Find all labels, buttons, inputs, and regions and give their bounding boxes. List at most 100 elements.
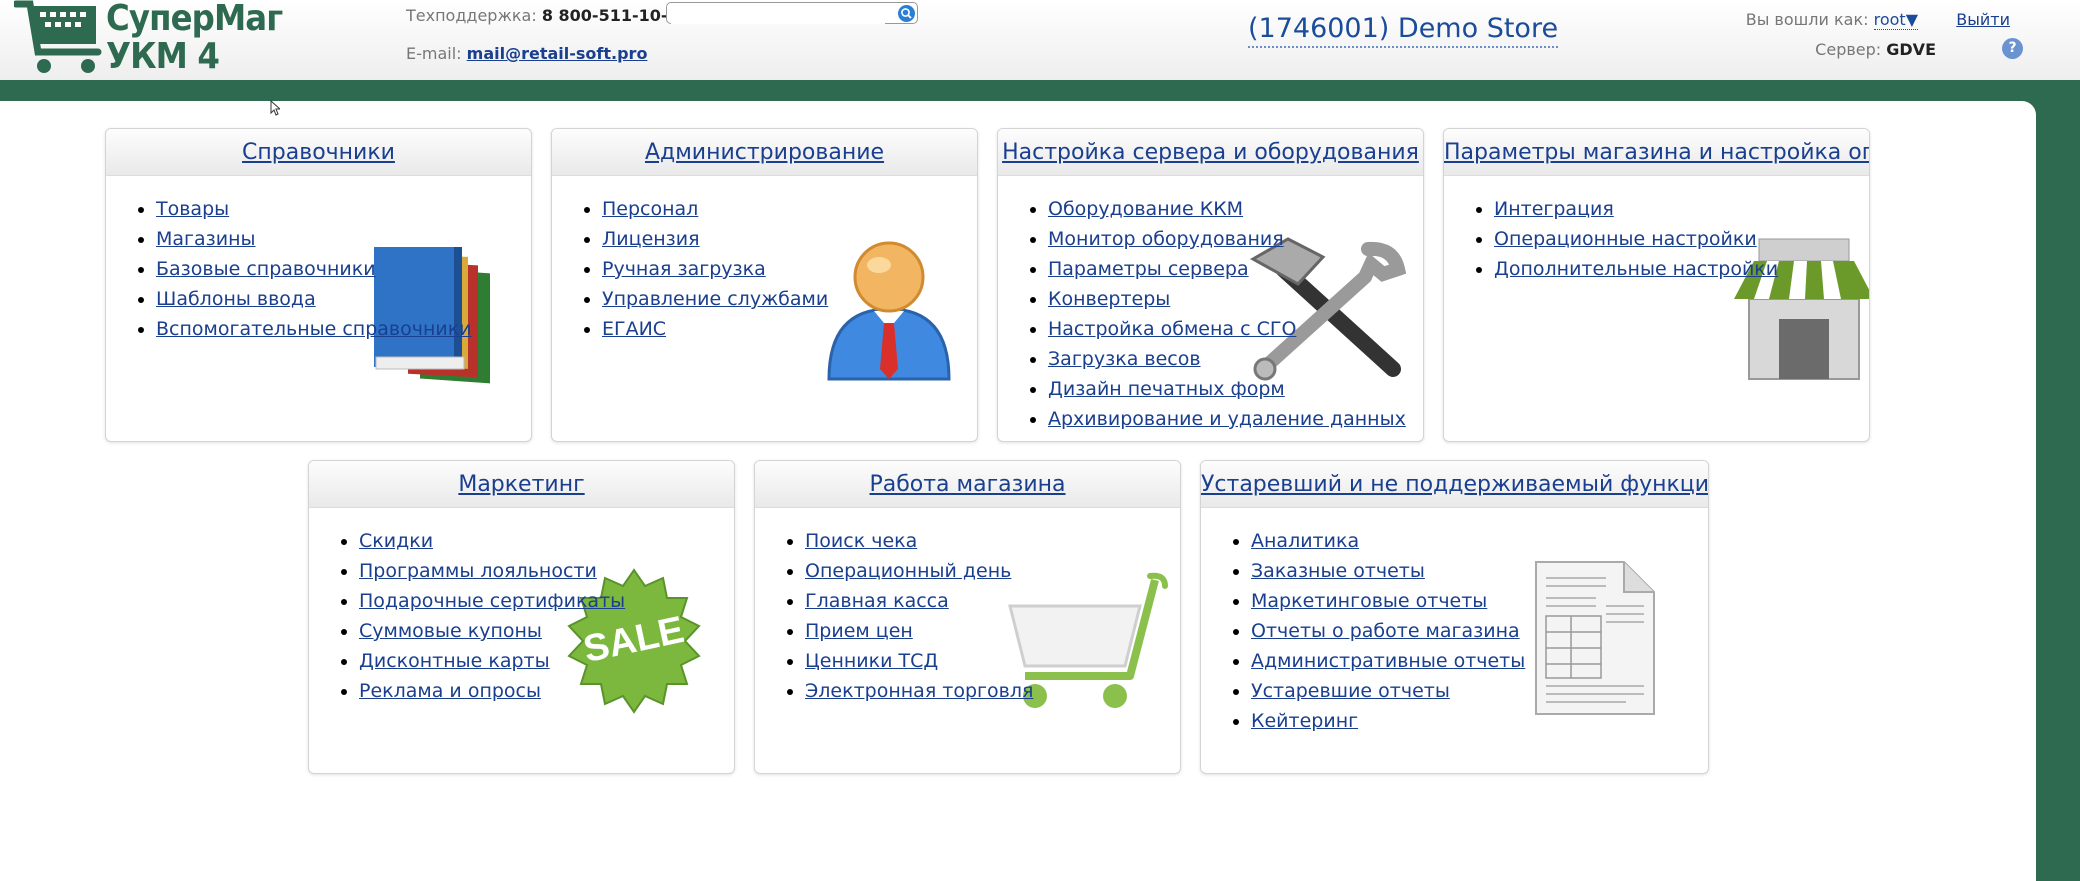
link-personnel[interactable]: Персонал	[602, 198, 698, 220]
email-link[interactable]: mail@retail-soft.pro	[467, 44, 648, 63]
list-item: Настройка обмена с СГО	[1048, 314, 1423, 344]
list-item: Электронная торговля	[805, 676, 1180, 706]
link-price-receiving[interactable]: Прием цен	[805, 620, 913, 642]
panel-store-parameters: Параметры магазина и настройка операций …	[1443, 128, 1870, 442]
list-item: Управление службами	[602, 284, 977, 314]
link-print-form-design[interactable]: Дизайн печатных форм	[1048, 378, 1285, 400]
list-item: Базовые справочники	[156, 254, 531, 284]
link-custom-reports[interactable]: Заказные отчеты	[1251, 560, 1425, 582]
list-item: Загрузка весов	[1048, 344, 1423, 374]
list-item: Устаревшие отчеты	[1251, 676, 1708, 706]
link-scales-loading[interactable]: Загрузка весов	[1048, 348, 1201, 370]
list-item: Вспомогательные справочники	[156, 314, 531, 344]
link-ads-surveys[interactable]: Реклама и опросы	[359, 680, 541, 702]
references-list: Товары Магазины Базовые справочники Шабл…	[106, 194, 531, 344]
email-info: E-mail: mail@retail-soft.pro	[406, 44, 647, 63]
panel-marketing: Маркетинг Скидки Программы лояльности По…	[308, 460, 735, 774]
list-item: Операционный день	[805, 556, 1180, 586]
store-work-list: Поиск чека Операционный день Главная кас…	[755, 526, 1180, 706]
store-selector[interactable]: (1746001) Demo Store	[1248, 12, 1559, 48]
logout-link[interactable]: Выйти	[1956, 10, 2010, 29]
search-icon	[901, 8, 912, 19]
link-loyalty-programs[interactable]: Программы лояльности	[359, 560, 597, 582]
list-item: Кейтеринг	[1251, 706, 1708, 736]
list-item: Дизайн печатных форм	[1048, 374, 1423, 404]
panel-header: Справочники	[106, 129, 531, 176]
search-input[interactable]	[671, 4, 885, 24]
panel-title-legacy[interactable]: Устаревший и не поддерживаемый функциона…	[1201, 472, 1708, 497]
panel-administration: Администрирование Персонал Лицензия Ручн…	[551, 128, 978, 442]
link-analytics[interactable]: Аналитика	[1251, 530, 1359, 552]
server-label: Сервер:	[1815, 40, 1882, 59]
link-egais[interactable]: ЕГАИС	[602, 318, 666, 340]
link-base-references[interactable]: Базовые справочники	[156, 258, 376, 280]
link-discounts[interactable]: Скидки	[359, 530, 433, 552]
link-kkm-equipment[interactable]: Оборудование ККМ	[1048, 198, 1243, 220]
link-operational-day[interactable]: Операционный день	[805, 560, 1011, 582]
top-header: СуперМаг УКМ 4 Техподдержка: 8 800-511-1…	[0, 0, 2080, 83]
link-price-tags-tsd[interactable]: Ценники ТСД	[805, 650, 938, 672]
panel-references: Справочники Товары Магазины Базовые спра…	[105, 128, 532, 442]
list-item: Операционные настройки	[1494, 224, 1869, 254]
panel-title-server-equipment[interactable]: Настройка сервера и оборудования	[1002, 140, 1419, 165]
list-item: Персонал	[602, 194, 977, 224]
list-item: Скидки	[359, 526, 734, 556]
link-e-commerce[interactable]: Электронная торговля	[805, 680, 1033, 702]
link-store-reports[interactable]: Отчеты о работе магазина	[1251, 620, 1520, 642]
list-item: Прием цен	[805, 616, 1180, 646]
list-item: Монитор оборудования	[1048, 224, 1423, 254]
list-item: Заказные отчеты	[1251, 556, 1708, 586]
link-converters[interactable]: Конвертеры	[1048, 288, 1170, 310]
user-name: root	[1873, 10, 1906, 29]
link-stores[interactable]: Магазины	[156, 228, 256, 250]
link-license[interactable]: Лицензия	[602, 228, 700, 250]
link-marketing-reports[interactable]: Маркетинговые отчеты	[1251, 590, 1487, 612]
list-item: Ценники ТСД	[805, 646, 1180, 676]
link-goods[interactable]: Товары	[156, 198, 229, 220]
panel-title-store-work[interactable]: Работа магазина	[869, 472, 1065, 497]
store-parameters-list: Интеграция Операционные настройки Дополн…	[1444, 194, 1869, 284]
link-integration[interactable]: Интеграция	[1494, 198, 1614, 220]
link-input-templates[interactable]: Шаблоны ввода	[156, 288, 316, 310]
panel-title-store-parameters[interactable]: Параметры магазина и настройка операций	[1444, 140, 1869, 165]
panel-server-equipment: Настройка сервера и оборудования Оборудо…	[997, 128, 1424, 442]
list-item: Ручная загрузка	[602, 254, 977, 284]
list-item: Маркетинговые отчеты	[1251, 586, 1708, 616]
panel-title-administration[interactable]: Администрирование	[645, 140, 884, 165]
list-item: Параметры сервера	[1048, 254, 1423, 284]
list-item: ЕГАИС	[602, 314, 977, 344]
list-item: Товары	[156, 194, 531, 224]
link-server-parameters[interactable]: Параметры сервера	[1048, 258, 1249, 280]
link-catering[interactable]: Кейтеринг	[1251, 710, 1358, 732]
help-icon[interactable]: ?	[2002, 38, 2023, 59]
supermag-logo[interactable]: СуперМаг УКМ 4	[12, 0, 283, 78]
link-sgo-exchange[interactable]: Настройка обмена с СГО	[1048, 318, 1296, 340]
panel-store-work: Работа магазина Поиск чека Операционный …	[754, 460, 1181, 774]
user-menu[interactable]: root▼	[1873, 10, 1918, 30]
panel-header: Маркетинг	[309, 461, 734, 508]
link-gift-certificates[interactable]: Подарочные сертификаты	[359, 590, 625, 612]
link-auxiliary-references[interactable]: Вспомогательные справочники	[156, 318, 472, 340]
link-discount-cards[interactable]: Дисконтные карты	[359, 650, 550, 672]
legacy-list: Аналитика Заказные отчеты Маркетинговые …	[1201, 526, 1708, 736]
panel-title-marketing[interactable]: Маркетинг	[458, 472, 584, 497]
main-content: Справочники Товары Магазины Базовые спра…	[0, 101, 2036, 881]
list-item: Главная касса	[805, 586, 1180, 616]
link-equipment-monitor[interactable]: Монитор оборудования	[1048, 228, 1284, 250]
link-manual-load[interactable]: Ручная загрузка	[602, 258, 766, 280]
link-admin-reports[interactable]: Административные отчеты	[1251, 650, 1525, 672]
panel-title-references[interactable]: Справочники	[242, 140, 395, 165]
support-info: Техподдержка: 8 800-511-10-05	[406, 6, 690, 25]
link-additional-settings[interactable]: Дополнительные настройки	[1494, 258, 1778, 280]
link-operational-settings[interactable]: Операционные настройки	[1494, 228, 1757, 250]
email-label: E-mail:	[406, 44, 462, 63]
link-obsolete-reports[interactable]: Устаревшие отчеты	[1251, 680, 1450, 702]
support-label: Техподдержка:	[406, 6, 537, 25]
link-receipt-search[interactable]: Поиск чека	[805, 530, 917, 552]
search-button[interactable]	[898, 5, 915, 22]
link-main-cash[interactable]: Главная касса	[805, 590, 949, 612]
link-sum-coupons[interactable]: Суммовые купоны	[359, 620, 542, 642]
link-service-management[interactable]: Управление службами	[602, 288, 828, 310]
cart-logo-icon	[12, 0, 102, 73]
link-archiving[interactable]: Архивирование и удаление данных	[1048, 408, 1406, 430]
